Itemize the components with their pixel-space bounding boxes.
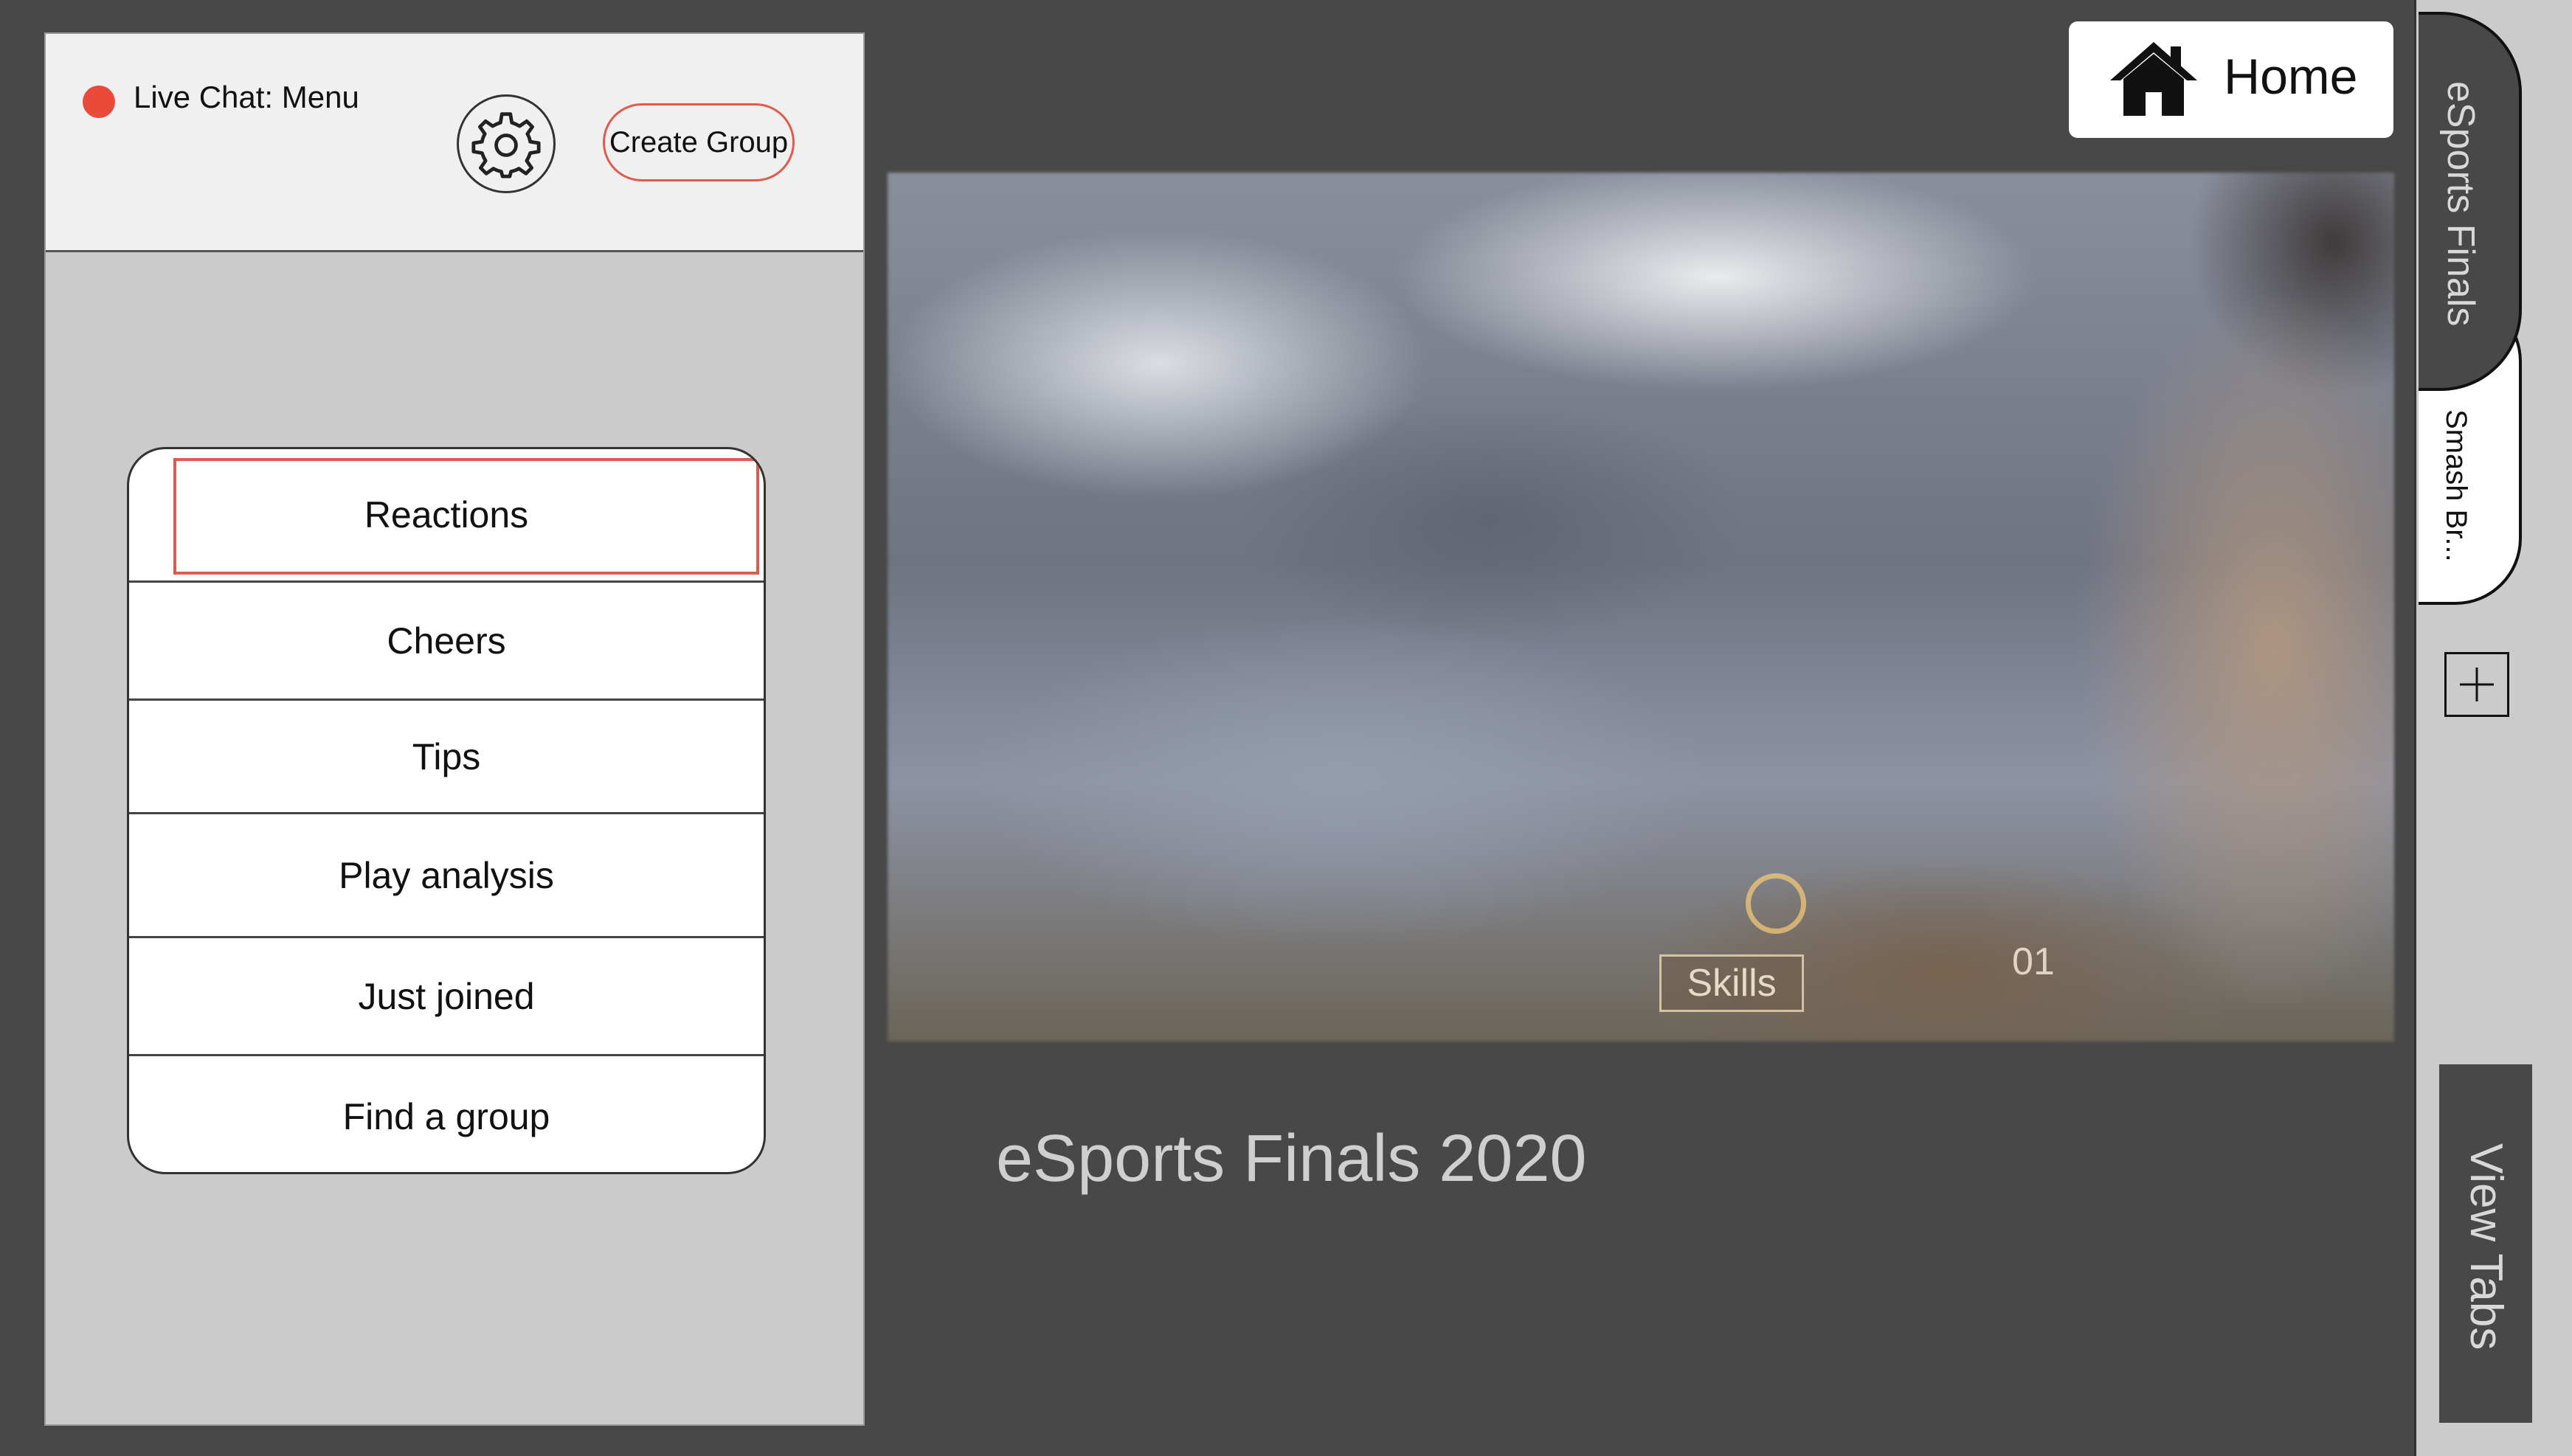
chat-menu: Reactions Cheers Tips Play analysis Just… bbox=[127, 447, 766, 1174]
menu-item-reactions[interactable]: Reactions bbox=[129, 449, 764, 580]
hud-number: 01 bbox=[2012, 940, 2055, 983]
home-label: Home bbox=[2224, 49, 2358, 105]
live-indicator-icon bbox=[83, 86, 115, 118]
menu-item-label: Cheers bbox=[387, 620, 506, 662]
menu-item-find-a-group[interactable]: Find a group bbox=[129, 1054, 764, 1172]
chat-title: Live Chat: Menu bbox=[134, 80, 359, 114]
menu-item-label: Play analysis bbox=[339, 854, 554, 896]
video-hud: Skills 01 bbox=[888, 173, 2394, 1041]
add-tab-button[interactable] bbox=[2444, 652, 2509, 717]
menu-item-label: Tips bbox=[412, 735, 481, 777]
home-icon bbox=[2110, 42, 2197, 116]
chat-header: Live Chat: Menu Create Group bbox=[46, 34, 863, 252]
gear-icon bbox=[471, 112, 541, 178]
view-tabs-label: View Tabs bbox=[2461, 1143, 2511, 1351]
menu-item-label: Find a group bbox=[342, 1095, 550, 1137]
home-button[interactable]: Home bbox=[2069, 21, 2393, 138]
menu-item-just-joined[interactable]: Just joined bbox=[129, 936, 764, 1054]
tab-label: eSports Finals bbox=[2439, 81, 2482, 327]
menu-item-play-analysis[interactable]: Play analysis bbox=[129, 812, 764, 936]
plus-icon bbox=[2460, 668, 2494, 701]
tab-label: Smash Br... bbox=[2440, 409, 2472, 562]
settings-button[interactable] bbox=[457, 94, 556, 193]
create-group-button[interactable]: Create Group bbox=[603, 103, 795, 181]
menu-item-label: Reactions bbox=[364, 494, 529, 535]
menu-item-cheers[interactable]: Cheers bbox=[129, 580, 764, 698]
event-title: eSports Finals 2020 bbox=[996, 1122, 1587, 1196]
menu-item-tips[interactable]: Tips bbox=[129, 698, 764, 812]
live-chat-panel: Live Chat: Menu Create Group Reactions C… bbox=[44, 32, 865, 1426]
menu-item-label: Just joined bbox=[358, 975, 535, 1017]
hud-ring-icon bbox=[1746, 873, 1806, 934]
hud-skills-label: Skills bbox=[1659, 954, 1804, 1012]
